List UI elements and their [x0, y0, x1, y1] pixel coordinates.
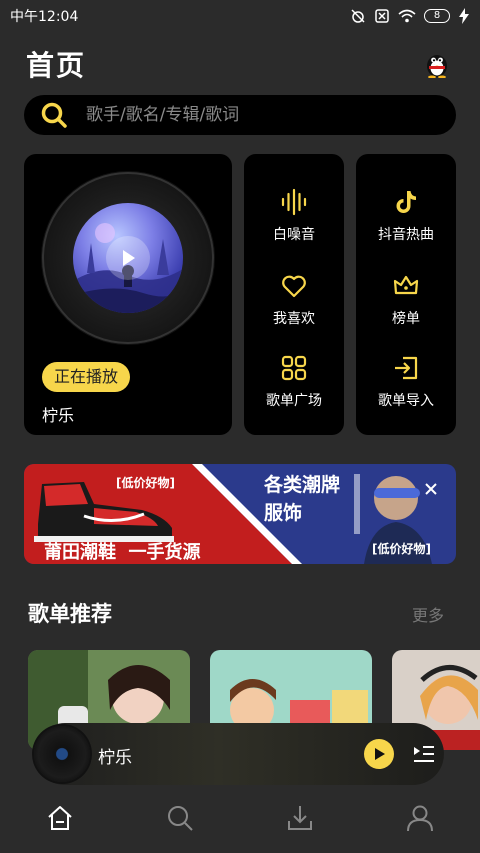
- mini-player[interactable]: 柠乐: [34, 723, 444, 785]
- playlist-icon[interactable]: [412, 742, 436, 766]
- heart-icon: [282, 275, 306, 298]
- status-time: 中午12:04: [10, 9, 79, 25]
- qq-penguin-icon[interactable]: [424, 50, 450, 78]
- now-playing-badge: 正在播放: [42, 362, 131, 392]
- grid-icon: [281, 355, 307, 381]
- search-icon: [41, 102, 67, 128]
- banner-right-title-1: 各类潮牌: [264, 474, 341, 496]
- mini-player-title: 柠乐: [98, 748, 132, 768]
- banner-right-tag: [低价好物]: [372, 542, 431, 556]
- status-icons: 8: [350, 8, 470, 24]
- home-icon[interactable]: [45, 803, 75, 833]
- grid-item-tiktok-hits[interactable]: 抖音热曲: [356, 188, 456, 244]
- page-title: 首页: [26, 49, 87, 82]
- section-title: 歌单推荐: [28, 602, 112, 626]
- search-icon[interactable]: [165, 803, 195, 833]
- grid-item-label: 白噪音: [273, 227, 315, 243]
- alarm-off-icon: [351, 9, 365, 23]
- grid-item-charts[interactable]: 榜单: [356, 272, 456, 328]
- more-link[interactable]: 更多: [412, 602, 444, 626]
- profile-icon[interactable]: [405, 803, 435, 833]
- play-icon: [123, 250, 135, 266]
- wifi-icon: [398, 9, 416, 23]
- battery-icon: 8: [424, 9, 450, 23]
- download-icon[interactable]: [285, 803, 315, 833]
- grid-item-import-playlist[interactable]: 歌单导入: [356, 354, 456, 410]
- tab-bar: [0, 785, 480, 853]
- charging-icon: [459, 8, 469, 24]
- banner-left-tag: [低价好物]: [116, 476, 175, 490]
- grid-item-label: 抖音热曲: [378, 227, 434, 243]
- now-playing-card[interactable]: 正在播放 柠乐: [24, 154, 232, 435]
- grid-item-label: 歌单导入: [378, 393, 434, 409]
- mini-player-disc[interactable]: [34, 726, 90, 782]
- quick-grid-column-2: 抖音热曲 榜单 歌单导入: [356, 154, 456, 435]
- grid-item-label: 歌单广场: [266, 393, 322, 409]
- sound-wave-icon: [281, 188, 307, 216]
- banner-ad[interactable]: [低价好物] 莆田潮鞋 一手货源 各类潮牌 服饰 [低价好物]: [24, 464, 456, 564]
- close-icon[interactable]: [424, 482, 438, 496]
- status-bar: 中午12:04 8: [0, 0, 480, 32]
- banner-left-text: 莆田潮鞋 一手货源: [44, 542, 201, 563]
- grid-item-white-noise[interactable]: 白噪音: [244, 188, 344, 244]
- grid-item-label: 我喜欢: [273, 311, 315, 327]
- quick-grid-column-1: 白噪音 我喜欢 歌单广场: [244, 154, 344, 435]
- banner-right-title-2: 服饰: [264, 502, 303, 524]
- now-playing-song: 柠乐: [42, 406, 75, 425]
- crown-icon: [393, 275, 419, 295]
- search-bar[interactable]: [24, 95, 456, 135]
- grid-item-favorites[interactable]: 我喜欢: [244, 272, 344, 328]
- import-icon: [395, 356, 418, 380]
- vinyl-disc[interactable]: [42, 172, 214, 344]
- search-input[interactable]: [86, 105, 426, 125]
- play-icon: [375, 748, 385, 760]
- sim-off-icon: [375, 9, 389, 23]
- play-button[interactable]: [106, 236, 150, 280]
- mini-play-button[interactable]: [364, 739, 394, 769]
- tiktok-icon: [396, 191, 416, 213]
- grid-item-label: 榜单: [392, 311, 420, 327]
- grid-item-playlist-square[interactable]: 歌单广场: [244, 354, 344, 410]
